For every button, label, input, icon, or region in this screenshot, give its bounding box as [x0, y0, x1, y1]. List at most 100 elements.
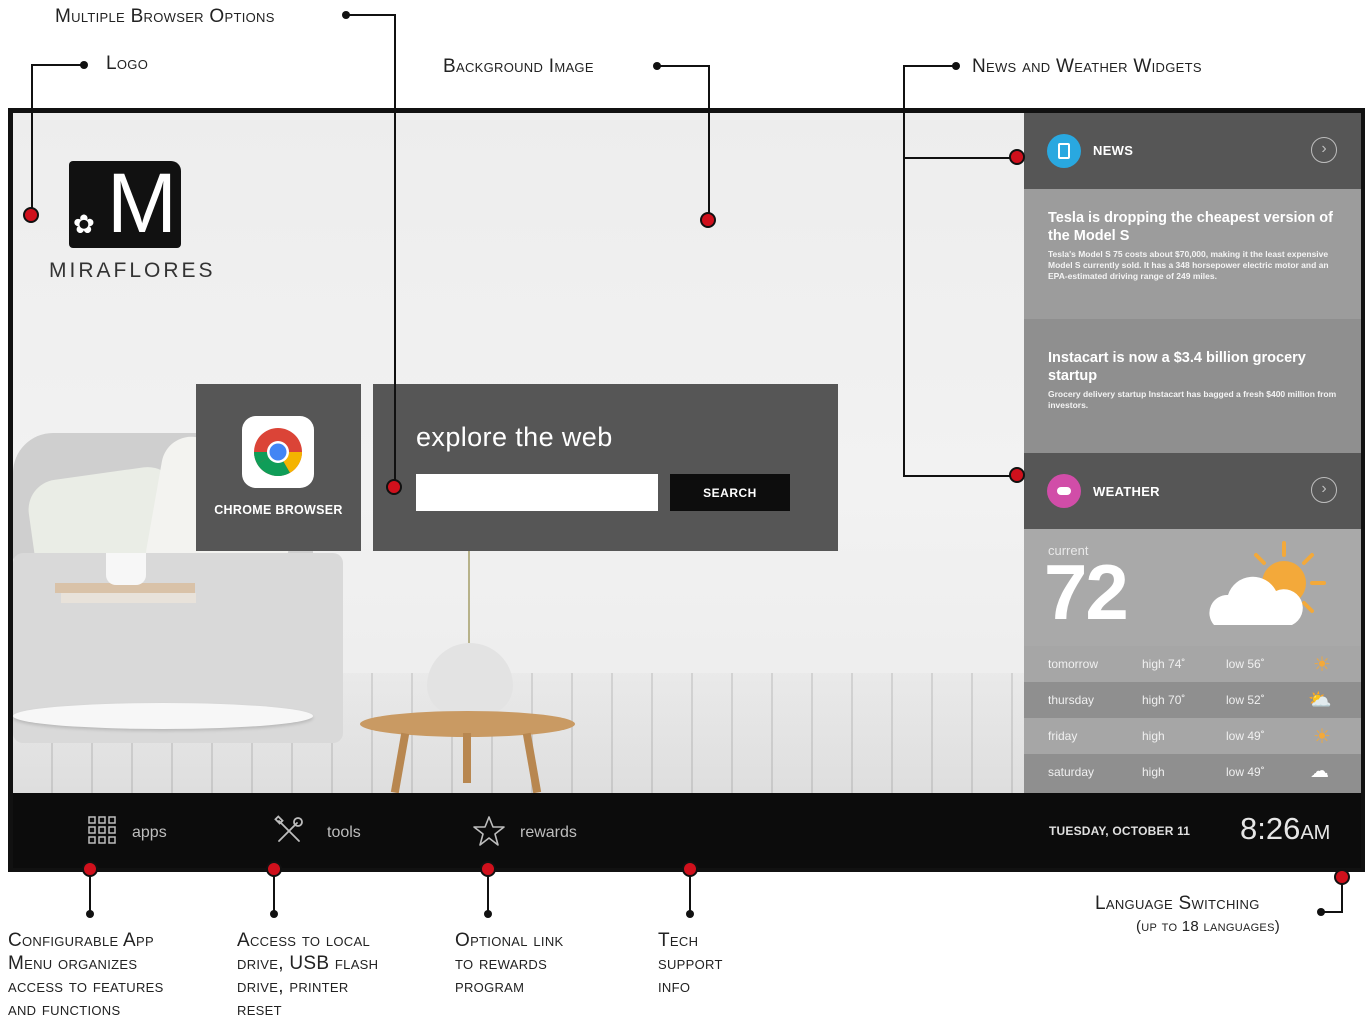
annotation-browser-options: Multiple Browser Options	[55, 6, 275, 27]
annotation-line: program	[455, 976, 525, 997]
callout-line	[1322, 911, 1343, 913]
weather-icon	[1047, 474, 1081, 508]
current-temperature: 72	[1044, 548, 1129, 636]
side-table	[13, 703, 313, 729]
annotation-line: Access to local	[237, 930, 370, 951]
annotation-language-note: (up to 18 languages)	[1136, 918, 1280, 935]
weather-current: current 72	[1024, 529, 1361, 646]
forecast-day: saturday	[1048, 765, 1095, 779]
callout-knob	[270, 910, 278, 918]
forecast-row: thursday high 70˚ low 52˚ ⛅	[1024, 682, 1361, 718]
annotation-line: support	[658, 953, 723, 974]
rewards-label: rewards	[520, 824, 577, 841]
search-input[interactable]	[416, 474, 658, 511]
forecast-high: high 74˚	[1142, 657, 1186, 671]
annotation-line: info	[658, 976, 691, 997]
rain-cloud-icon: ☁	[1310, 761, 1329, 782]
vase	[427, 643, 513, 715]
forecast-day: tomorrow	[1048, 657, 1099, 671]
callout-line	[346, 14, 396, 16]
callout-line	[903, 475, 1011, 477]
tools-label: tools	[327, 824, 361, 841]
callout-line	[31, 64, 33, 214]
news-title: NEWS	[1093, 143, 1134, 158]
chevron-right-icon[interactable]: ›	[1311, 477, 1337, 503]
news-headline: Instacart is now a $3.4 billion grocery …	[1048, 350, 1306, 384]
callout-line	[273, 875, 275, 913]
partly-cloudy-icon: ⛅	[1308, 690, 1332, 711]
callout-line	[1341, 883, 1343, 913]
cup	[106, 553, 146, 585]
callout-line	[394, 14, 396, 486]
chrome-icon[interactable]	[242, 416, 314, 488]
forecast-row: saturday high low 49˚ ☁	[1024, 754, 1361, 793]
callout-line	[903, 65, 905, 477]
forecast-high: high	[1142, 765, 1165, 779]
logo: M ✿	[69, 156, 181, 250]
forecast-row: tomorrow high 74˚ low 56˚ ☀	[1024, 646, 1361, 682]
forecast-low: low 49˚	[1226, 729, 1265, 743]
rewards-button[interactable]: rewards	[472, 815, 602, 847]
grid-icon	[88, 816, 116, 844]
news-icon	[1047, 134, 1081, 168]
forecast-low: low 52˚	[1226, 693, 1265, 707]
news-item[interactable]: Instacart is now a $3.4 billion grocery …	[1024, 319, 1361, 453]
callout-knob	[86, 910, 94, 918]
books	[61, 593, 196, 603]
news-headline: Tesla is dropping the cheapest version o…	[1048, 210, 1333, 244]
date-display: TUESDAY, OCTOBER 11	[1049, 824, 1191, 838]
weather-title: WEATHER	[1093, 484, 1160, 499]
sun-icon: ☀	[1313, 726, 1331, 748]
apps-button[interactable]: apps	[87, 815, 187, 847]
weather-widget-header[interactable]: WEATHER ›	[1024, 453, 1361, 529]
callout-line	[31, 64, 83, 66]
forecast-low: low 49˚	[1226, 765, 1265, 779]
news-item[interactable]: Tesla is dropping the cheapest version o…	[1024, 189, 1361, 319]
annotation-app-menu: Configurable App Menu organizes access t…	[8, 929, 164, 1021]
forecast-day: thursday	[1048, 693, 1095, 707]
annotation-line: Tech	[658, 930, 699, 951]
search-button[interactable]: SEARCH	[670, 474, 790, 511]
annotation-line: Configurable App	[8, 930, 154, 951]
time-value: 8:26	[1240, 811, 1301, 846]
taskbar: apps tools rewards TUESDAY, OCTOBER 11 8…	[13, 793, 1361, 868]
callout-dot	[700, 212, 716, 228]
callout-line	[689, 875, 691, 913]
news-widget-header[interactable]: NEWS ›	[1024, 113, 1361, 189]
callout-dot	[1009, 467, 1025, 483]
logo-wordmark: MIRAFLORES	[49, 259, 216, 282]
tools-button[interactable]: tools	[273, 815, 383, 847]
time-ampm: AM	[1300, 822, 1331, 844]
annotation-tools: Access to local drive, USB flash drive, …	[237, 929, 378, 1021]
search-tile	[373, 384, 838, 551]
callout-knob	[484, 910, 492, 918]
annotation-logo: Logo	[106, 53, 149, 74]
callout-dot	[23, 207, 39, 223]
callout-knob	[1317, 908, 1325, 916]
callout-line	[89, 875, 91, 913]
news-body: Tesla's Model S 75 costs about $70,000, …	[1048, 249, 1329, 281]
callout-line	[903, 65, 955, 67]
annotation-line: and functions	[8, 999, 121, 1020]
callout-line	[903, 157, 1011, 159]
forecast-high: high 70˚	[1142, 693, 1186, 707]
callout-dot	[1009, 149, 1025, 165]
flower-icon: ✿	[73, 209, 95, 239]
annotation-rewards: Optional link to rewards program	[455, 929, 563, 998]
forecast-day: friday	[1048, 729, 1078, 743]
callout-knob	[686, 910, 694, 918]
annotation-line: drive, USB flash	[237, 953, 379, 974]
star-icon	[473, 816, 505, 846]
annotation-widgets: News and Weather Widgets	[972, 56, 1202, 77]
forecast-low: low 56˚	[1226, 657, 1265, 671]
sun-icon: ☀	[1313, 654, 1331, 676]
time-display[interactable]: 8:26AM	[1240, 811, 1330, 847]
chevron-right-icon[interactable]: ›	[1311, 137, 1337, 163]
forecast-row: friday high low 49˚ ☀	[1024, 718, 1361, 754]
tools-icon	[274, 815, 303, 842]
search-title: explore the web	[416, 422, 613, 452]
partly-sunny-icon	[1209, 541, 1326, 625]
stool-leg	[463, 733, 471, 783]
annotation-support: Tech support info	[658, 929, 723, 998]
annotation-line: Menu organizes	[8, 953, 138, 974]
